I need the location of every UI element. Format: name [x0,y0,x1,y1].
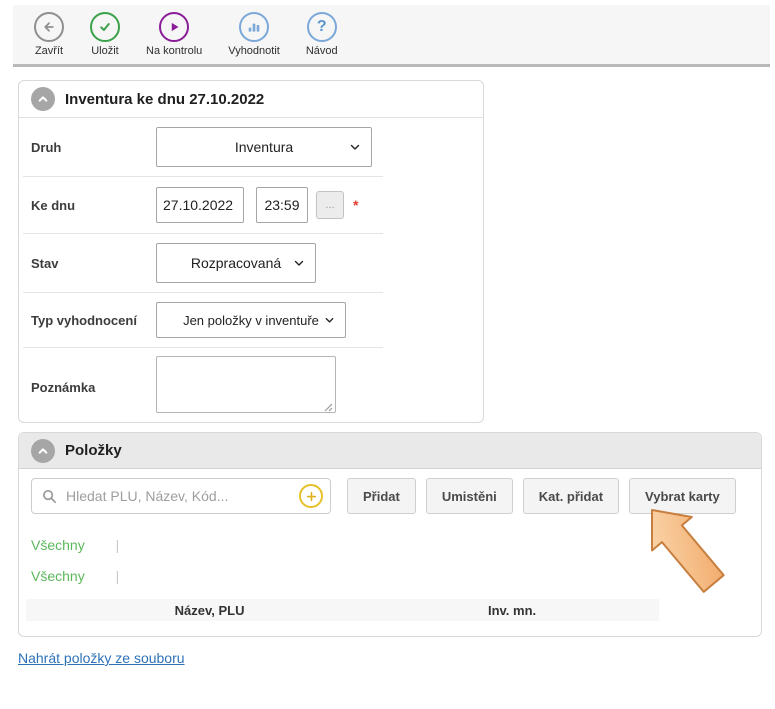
filter-separator: | [116,568,120,584]
toolbar: Zavřít Uložit Na kontrolu Vyhodnotit ? N… [13,5,770,67]
inventory-panel-title: Inventura ke dnu 27.10.2022 [65,91,264,108]
poznamka-textarea[interactable] [156,356,336,413]
field-row-druh: Druh Inventura [19,118,483,176]
close-button[interactable]: Zavřít [21,12,77,57]
date-picker-button[interactable]: ... [316,191,344,219]
field-row-ke-dnu: Ke dnu ... * [19,177,483,233]
back-arrow-icon [34,12,64,42]
collapse-button[interactable] [31,439,55,463]
evaluate-label: Vyhodnotit [228,45,280,57]
search-box [31,478,331,514]
items-table-header: Název, PLU Inv. mn. [26,599,659,621]
poznamka-label: Poznámka [31,380,156,395]
required-asterisk: * [353,197,358,213]
to-check-button[interactable]: Na kontrolu [133,12,215,57]
column-name-plu: Název, PLU [26,603,393,618]
items-toolbar: Přidat Umistěni Kat. přidat Vybrat karty [31,478,749,514]
add-icon[interactable] [299,484,323,508]
collapse-button[interactable] [31,87,55,111]
chevron-up-icon [35,91,51,107]
stav-value: Rozpracovaná [191,255,281,271]
filters: Všechny | Všechny | [31,537,749,584]
inventory-panel-header: Inventura ke dnu 27.10.2022 [19,81,483,118]
field-row-typ-vyhodnoceni: Typ vyhodnocení Jen položky v inventuře [19,293,483,347]
filter-line: Všechny | [31,537,749,553]
time-input[interactable] [256,187,308,223]
evaluate-button[interactable]: Vyhodnotit [215,12,293,57]
typ-vyhodnoceni-label: Typ vyhodnocení [31,313,156,328]
guide-label: Návod [306,45,338,57]
search-input[interactable] [66,488,299,504]
to-check-label: Na kontrolu [146,45,202,57]
ke-dnu-label: Ke dnu [31,198,156,213]
druh-value: Inventura [235,139,293,155]
save-button[interactable]: Uložit [77,12,133,57]
chevron-down-icon [323,314,336,327]
upload-items-link[interactable]: Nahrát položky ze souboru [18,650,185,666]
guide-button[interactable]: ? Návod [293,12,351,57]
play-icon [159,12,189,42]
typ-vyhodnoceni-value: Jen položky v inventuře [183,313,319,328]
filter-line: Všechny | [31,568,749,584]
question-icon: ? [307,12,337,42]
check-icon [90,12,120,42]
select-cards-button[interactable]: Vybrat karty [629,478,736,514]
location-button[interactable]: Umistěni [426,478,513,514]
field-row-poznamka: Poznámka [19,348,483,426]
druh-label: Druh [31,140,156,155]
category-add-button[interactable]: Kat. přidat [523,478,619,514]
add-item-button[interactable]: Přidat [347,478,416,514]
search-icon [41,488,58,505]
column-inv-qty: Inv. mn. [393,603,659,618]
filter-separator: | [116,537,120,553]
bar-chart-icon [239,12,269,42]
items-panel-title: Položky [65,442,122,459]
stav-label: Stav [31,256,156,271]
chevron-down-icon [348,140,362,154]
date-input[interactable] [156,187,244,223]
field-row-stav: Stav Rozpracovaná [19,234,483,292]
chevron-down-icon [292,256,306,270]
stav-select[interactable]: Rozpracovaná [156,243,316,283]
items-panel: Položky Přidat Umistěni Kat. přidat Vybr… [18,432,762,637]
typ-vyhodnoceni-select[interactable]: Jen položky v inventuře [156,302,346,338]
filter-all-link-2[interactable]: Všechny [31,568,85,584]
save-label: Uložit [91,45,119,57]
chevron-up-icon [35,443,51,459]
filter-all-link-1[interactable]: Všechny [31,537,85,553]
druh-select[interactable]: Inventura [156,127,372,167]
inventory-panel: Inventura ke dnu 27.10.2022 Druh Inventu… [18,80,484,423]
items-panel-header: Položky [19,433,761,469]
close-label: Zavřít [35,45,63,57]
